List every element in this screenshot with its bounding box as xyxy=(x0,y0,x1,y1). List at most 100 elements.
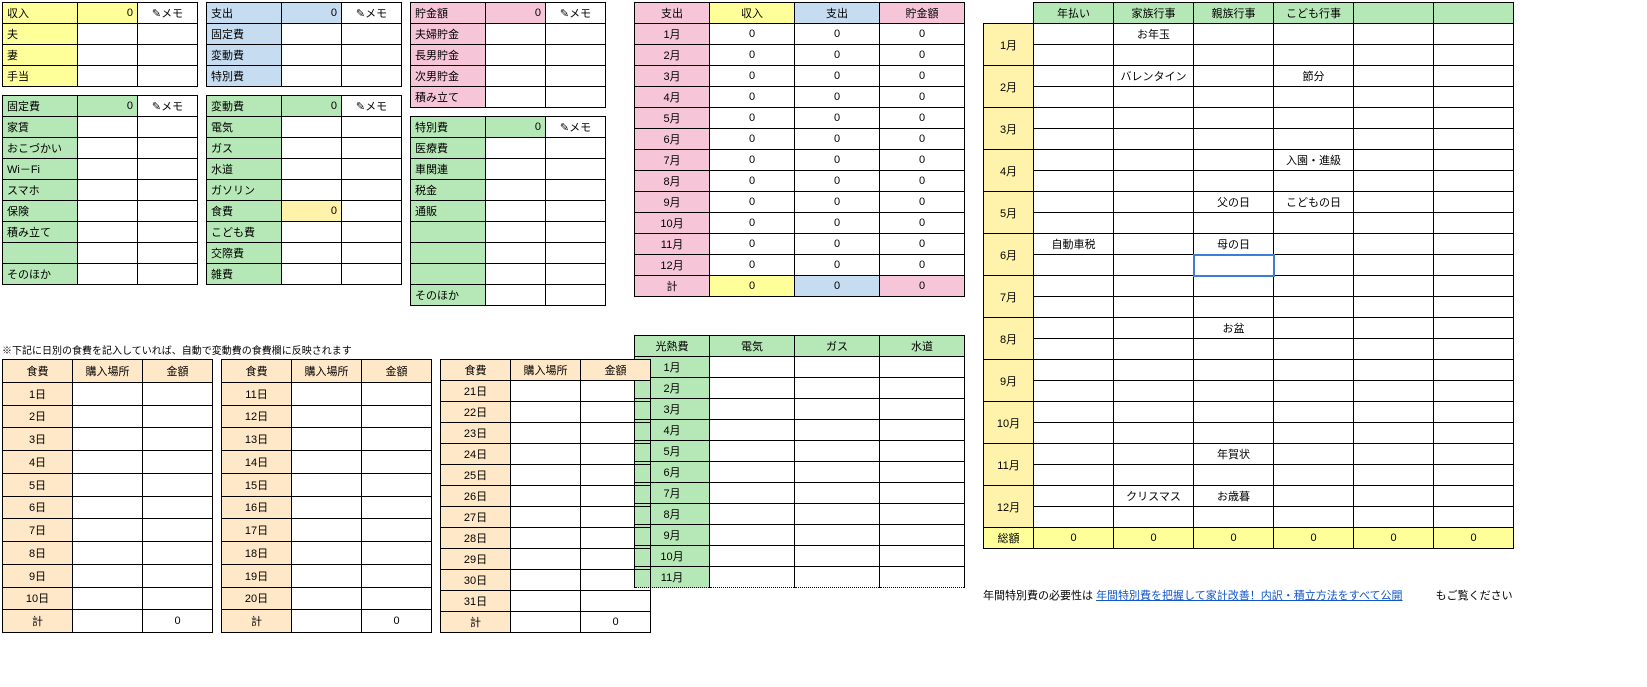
event-cell[interactable] xyxy=(1354,150,1434,171)
event-cell[interactable]: お盆 xyxy=(1194,318,1274,339)
event-cell[interactable] xyxy=(1194,360,1274,381)
event-cell[interactable] xyxy=(1274,297,1354,318)
event-cell[interactable] xyxy=(1434,129,1514,150)
event-cell[interactable] xyxy=(1114,381,1194,402)
event-cell[interactable] xyxy=(1434,465,1514,486)
event-cell[interactable] xyxy=(1274,45,1354,66)
event-cell[interactable] xyxy=(1354,171,1434,192)
event-cell[interactable] xyxy=(1354,87,1434,108)
event-cell[interactable] xyxy=(1114,360,1194,381)
event-cell[interactable] xyxy=(1034,255,1114,276)
event-cell[interactable] xyxy=(1194,339,1274,360)
event-cell[interactable] xyxy=(1354,276,1434,297)
event-cell[interactable] xyxy=(1034,45,1114,66)
event-cell[interactable] xyxy=(1354,318,1434,339)
event-cell[interactable] xyxy=(1434,171,1514,192)
event-cell[interactable]: 節分 xyxy=(1274,66,1354,87)
event-cell[interactable] xyxy=(1114,423,1194,444)
event-cell[interactable] xyxy=(1034,507,1114,528)
event-cell[interactable] xyxy=(1354,297,1434,318)
event-cell[interactable] xyxy=(1434,381,1514,402)
event-cell[interactable] xyxy=(1034,213,1114,234)
event-cell[interactable] xyxy=(1274,276,1354,297)
event-cell[interactable] xyxy=(1434,318,1514,339)
event-cell[interactable] xyxy=(1274,318,1354,339)
event-cell[interactable] xyxy=(1354,360,1434,381)
event-cell[interactable] xyxy=(1194,66,1274,87)
event-cell[interactable] xyxy=(1034,381,1114,402)
event-cell[interactable] xyxy=(1354,24,1434,45)
event-cell[interactable]: 父の日 xyxy=(1194,192,1274,213)
event-cell[interactable] xyxy=(1034,66,1114,87)
event-cell[interactable] xyxy=(1274,171,1354,192)
event-cell[interactable] xyxy=(1194,87,1274,108)
event-cell[interactable] xyxy=(1194,297,1274,318)
event-cell[interactable] xyxy=(1434,213,1514,234)
event-cell[interactable] xyxy=(1114,255,1194,276)
event-cell[interactable]: 母の日 xyxy=(1194,234,1274,255)
event-cell[interactable] xyxy=(1434,339,1514,360)
event-cell[interactable] xyxy=(1274,234,1354,255)
event-cell[interactable]: 入園・進級 xyxy=(1274,150,1354,171)
event-cell[interactable] xyxy=(1274,381,1354,402)
event-cell[interactable] xyxy=(1354,255,1434,276)
event-cell[interactable] xyxy=(1274,24,1354,45)
event-cell[interactable] xyxy=(1434,360,1514,381)
event-cell[interactable] xyxy=(1034,402,1114,423)
event-cell[interactable] xyxy=(1034,24,1114,45)
event-cell[interactable] xyxy=(1114,318,1194,339)
event-cell[interactable] xyxy=(1114,234,1194,255)
event-cell[interactable] xyxy=(1194,129,1274,150)
event-cell[interactable] xyxy=(1274,465,1354,486)
event-cell[interactable]: 年賀状 xyxy=(1194,444,1274,465)
event-cell[interactable] xyxy=(1274,486,1354,507)
event-cell[interactable] xyxy=(1114,465,1194,486)
event-cell[interactable] xyxy=(1194,108,1274,129)
event-cell[interactable] xyxy=(1034,297,1114,318)
event-cell[interactable] xyxy=(1274,339,1354,360)
event-cell[interactable] xyxy=(1114,45,1194,66)
event-cell[interactable] xyxy=(1354,234,1434,255)
event-cell[interactable] xyxy=(1194,150,1274,171)
event-cell[interactable] xyxy=(1194,276,1274,297)
event-cell[interactable] xyxy=(1434,423,1514,444)
event-cell[interactable] xyxy=(1354,381,1434,402)
event-cell[interactable] xyxy=(1274,87,1354,108)
event-cell[interactable] xyxy=(1114,402,1194,423)
event-cell[interactable]: クリスマス xyxy=(1114,486,1194,507)
event-cell[interactable] xyxy=(1194,423,1274,444)
event-cell[interactable] xyxy=(1274,402,1354,423)
event-cell[interactable] xyxy=(1434,297,1514,318)
event-cell[interactable] xyxy=(1114,87,1194,108)
event-cell[interactable]: 自動車税 xyxy=(1034,234,1114,255)
event-cell[interactable] xyxy=(1034,276,1114,297)
event-cell[interactable] xyxy=(1434,255,1514,276)
event-cell[interactable] xyxy=(1434,45,1514,66)
event-cell[interactable]: こどもの日 xyxy=(1274,192,1354,213)
event-cell[interactable] xyxy=(1434,87,1514,108)
event-cell[interactable] xyxy=(1034,486,1114,507)
event-cell[interactable] xyxy=(1434,507,1514,528)
event-cell[interactable] xyxy=(1194,45,1274,66)
event-cell[interactable] xyxy=(1434,276,1514,297)
event-cell[interactable] xyxy=(1274,108,1354,129)
event-cell[interactable] xyxy=(1354,339,1434,360)
event-cell[interactable] xyxy=(1274,507,1354,528)
event-cell[interactable] xyxy=(1354,213,1434,234)
event-cell[interactable] xyxy=(1354,129,1434,150)
event-cell[interactable] xyxy=(1194,24,1274,45)
event-cell[interactable] xyxy=(1114,507,1194,528)
event-cell[interactable] xyxy=(1194,507,1274,528)
event-cell[interactable] xyxy=(1034,444,1114,465)
event-cell[interactable] xyxy=(1354,423,1434,444)
event-cell[interactable] xyxy=(1114,297,1194,318)
event-cell[interactable] xyxy=(1354,507,1434,528)
event-cell[interactable] xyxy=(1354,108,1434,129)
event-cell[interactable] xyxy=(1274,213,1354,234)
event-cell[interactable] xyxy=(1194,402,1274,423)
event-cell[interactable] xyxy=(1194,381,1274,402)
event-cell[interactable] xyxy=(1434,66,1514,87)
event-cell[interactable] xyxy=(1194,255,1274,276)
event-cell[interactable] xyxy=(1434,150,1514,171)
event-cell[interactable] xyxy=(1114,150,1194,171)
